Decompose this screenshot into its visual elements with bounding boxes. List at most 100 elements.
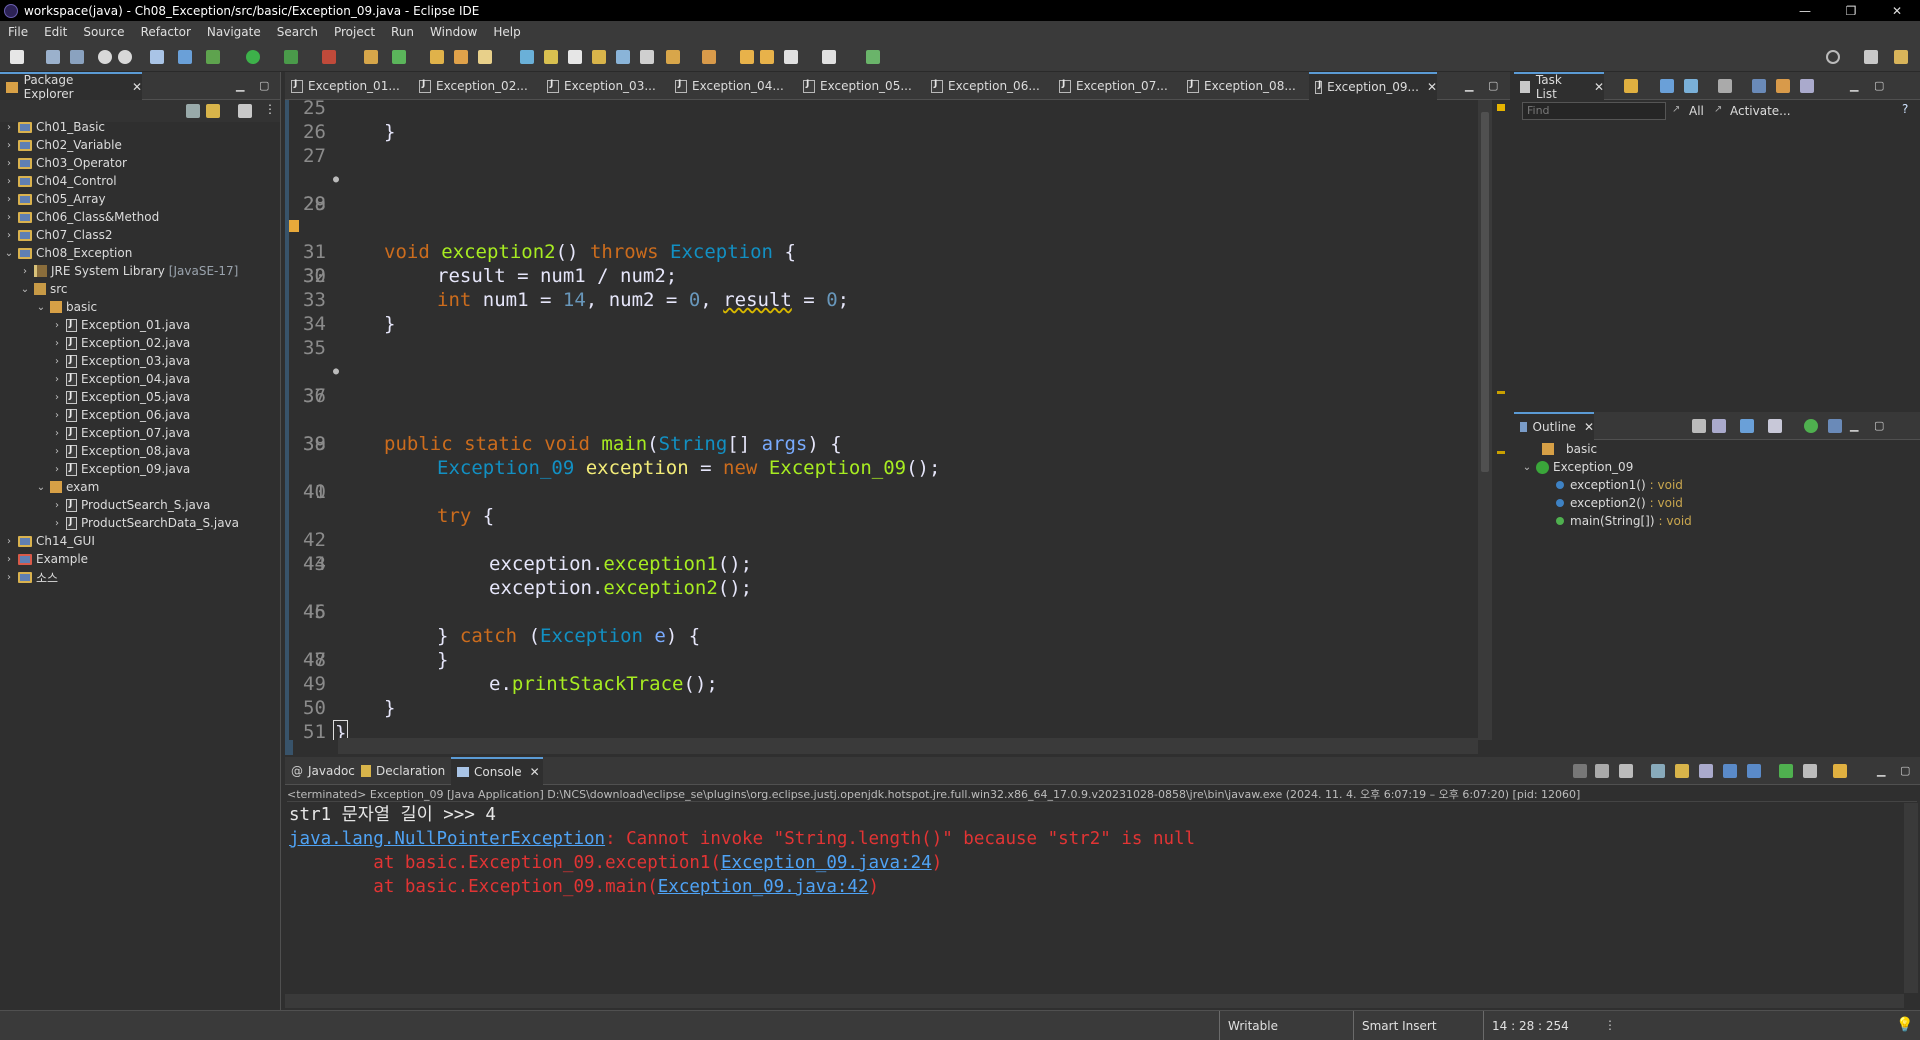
close-icon[interactable]: ✕ [1594, 80, 1604, 94]
scrollbar-thumb[interactable] [1481, 112, 1489, 472]
editor-tab[interactable]: Exception_02... [413, 72, 541, 100]
expand-icon[interactable]: › [52, 356, 62, 367]
collapse-icon[interactable]: ⌄ [4, 248, 14, 259]
link-with-editor-icon[interactable] [206, 104, 220, 118]
tab-outline[interactable]: Outline ✕ [1514, 412, 1594, 440]
forward-edit-icon[interactable] [760, 50, 774, 64]
activate-link[interactable]: Activate... [1730, 104, 1791, 118]
expand-icon[interactable]: › [52, 428, 62, 439]
expand-icon[interactable]: › [4, 230, 14, 241]
maximize-icon[interactable]: ▢ [1874, 79, 1884, 92]
tree-item-file[interactable]: › Exception_01.java [4, 316, 190, 334]
expand-icon[interactable]: › [4, 140, 14, 151]
redo-icon[interactable] [118, 50, 132, 64]
editor-tab[interactable]: Exception_07... [1053, 72, 1181, 100]
tip-lightbulb-icon[interactable]: 💡 [1896, 1017, 1913, 1033]
close-window-button[interactable]: ✕ [1874, 0, 1920, 21]
toggle-highlight-icon[interactable] [544, 50, 558, 64]
minimize-icon[interactable]: ▁ [1850, 79, 1858, 92]
hide-completed-icon[interactable] [1752, 79, 1766, 93]
fold-icon[interactable]: ● [333, 360, 339, 384]
menu-file[interactable]: File [0, 25, 36, 39]
outline-member[interactable]: main(String[]): void [1552, 512, 1692, 530]
outline-member[interactable]: exception2(): void [1552, 494, 1683, 512]
next-annotation-icon[interactable] [666, 50, 680, 64]
tree-item-ch03[interactable]: › Ch03_Operator [4, 154, 127, 172]
java-perspective-icon[interactable] [1894, 50, 1908, 64]
expand-icon[interactable]: › [4, 176, 14, 187]
external-tools-icon[interactable] [322, 50, 336, 64]
editor-tab[interactable]: Exception_01... [285, 72, 413, 100]
terminate-icon[interactable] [1573, 764, 1587, 778]
expand-icon[interactable]: › [4, 572, 14, 583]
all-filter-link[interactable]: All [1689, 104, 1704, 118]
save-all-icon[interactable] [70, 50, 84, 64]
block-select-icon[interactable] [568, 50, 582, 64]
warning-mark[interactable] [1497, 451, 1505, 454]
tree-item-file[interactable]: › Exception_04.java [4, 370, 190, 388]
collapse-icon[interactable]: ⌄ [36, 302, 46, 313]
tab-javadoc[interactable]: @ Javadoc [285, 757, 355, 785]
expand-icon[interactable]: › [4, 158, 14, 169]
trace-link[interactable]: Exception_09.java:42 [658, 877, 869, 897]
pilcrow-icon[interactable] [616, 50, 630, 64]
hide-local-types-icon[interactable] [1828, 419, 1842, 433]
forward-icon[interactable] [822, 50, 836, 64]
show-whitespace-icon[interactable] [592, 50, 606, 64]
code-area[interactable]: 25 26} 27 28 ● void exception2() throws … [289, 100, 1479, 740]
collapse-all-icon[interactable] [1692, 419, 1706, 433]
toggle-mark-icon[interactable] [520, 50, 534, 64]
console-horizontal-scrollbar[interactable] [285, 994, 1904, 1008]
tree-item-file[interactable]: › Exception_05.java [4, 388, 190, 406]
expand-icon[interactable]: › [20, 266, 30, 277]
tree-item-source[interactable]: › 소스 [4, 568, 58, 586]
open-type-icon[interactable] [430, 50, 444, 64]
menu-window[interactable]: Window [422, 25, 485, 39]
expand-icon[interactable]: › [4, 122, 14, 133]
save-icon[interactable] [46, 50, 60, 64]
minimize-icon[interactable]: ▁ [1465, 79, 1473, 92]
undo-icon[interactable] [98, 50, 112, 64]
tree-item-file[interactable]: › Exception_06.java [4, 406, 190, 424]
hide-nonpublic-icon[interactable] [1804, 419, 1818, 433]
hide-static-icon[interactable] [1768, 419, 1782, 433]
scroll-lock-icon[interactable] [1675, 764, 1689, 778]
remove-all-icon[interactable] [1619, 764, 1633, 778]
categorize-icon[interactable] [1660, 79, 1674, 93]
console-output[interactable]: str1 문자열 길이 >>> 4 java.lang.NullPointerE… [285, 803, 1900, 988]
expand-icon[interactable]: › [4, 554, 14, 565]
tree-item-file[interactable]: › Exception_02.java [4, 334, 190, 352]
editor-tab[interactable]: Exception_08... [1181, 72, 1309, 100]
minimize-icon[interactable]: ▁ [1850, 419, 1858, 432]
help-icon[interactable]: ? [1902, 102, 1908, 116]
collapse-icon[interactable]: ⌄ [36, 482, 46, 493]
open-console-icon[interactable] [1833, 764, 1847, 778]
filters-icon[interactable] [238, 104, 252, 118]
expand-icon[interactable]: › [52, 446, 62, 457]
sort-icon[interactable] [1712, 419, 1726, 433]
trace-link[interactable]: Exception_09.java:24 [721, 853, 932, 873]
maximize-icon[interactable]: ▢ [1488, 79, 1498, 92]
warning-summary-icon[interactable] [1497, 104, 1505, 111]
close-icon[interactable]: ✕ [1584, 420, 1594, 434]
tree-item-exam[interactable]: ⌄ exam [4, 478, 100, 496]
tab-declaration[interactable]: Declaration [355, 757, 451, 785]
tab-console[interactable]: Console ✕ [451, 757, 543, 785]
expand-icon[interactable]: › [52, 464, 62, 475]
hide-fields-icon[interactable] [1740, 419, 1754, 433]
word-wrap-icon[interactable] [1699, 764, 1713, 778]
editor-tab[interactable]: Exception_03... [541, 72, 669, 100]
clear-console-icon[interactable] [1651, 764, 1665, 778]
outline-member[interactable]: exception1(): void [1552, 476, 1683, 494]
coverage-icon[interactable] [284, 50, 298, 64]
close-icon[interactable]: ✕ [1427, 80, 1437, 94]
tree-item-ch07[interactable]: › Ch07_Class2 [4, 226, 112, 244]
prev-annotation-icon[interactable] [702, 50, 716, 64]
console-vertical-scrollbar[interactable] [1904, 803, 1918, 993]
remove-launch-icon[interactable] [1595, 764, 1609, 778]
view-menu-icon[interactable]: ⋮ [264, 102, 276, 116]
tree-item-ch04[interactable]: › Ch04_Control [4, 172, 117, 190]
filter-icon[interactable]: ↗ [1672, 104, 1680, 115]
tree-item-basic[interactable]: ⌄ basic [4, 298, 97, 316]
collapse-icon[interactable]: ⌄ [1522, 462, 1532, 473]
